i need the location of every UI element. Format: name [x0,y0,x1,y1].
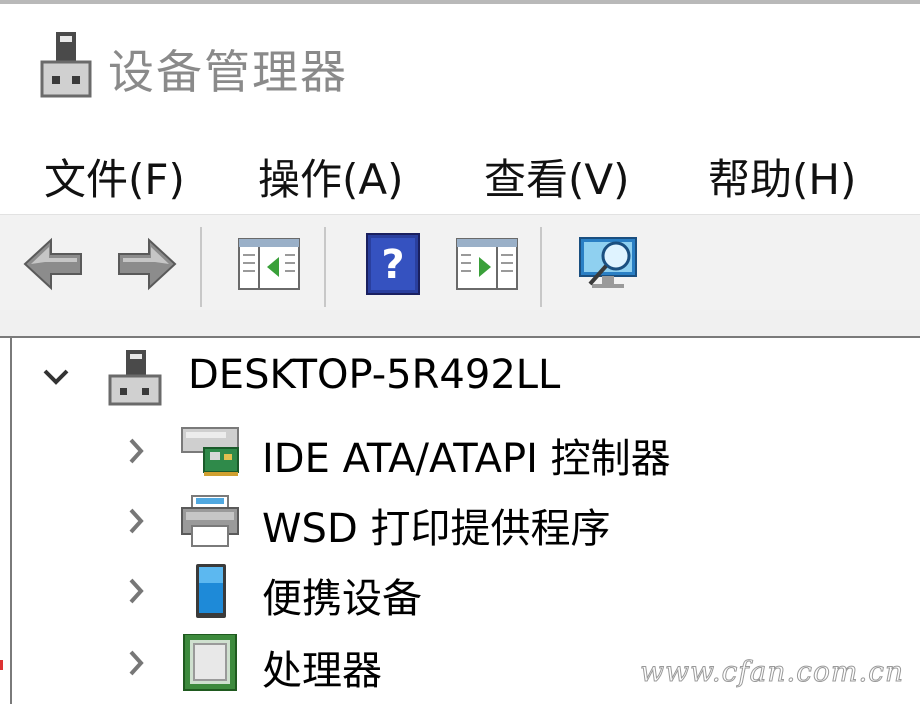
chevron-right-icon[interactable] [116,418,156,484]
show-action-pane-button[interactable] [454,231,520,297]
chevron-right-icon[interactable] [116,488,156,554]
menu-file[interactable]: 文件(F) [44,146,185,207]
show-hide-console-tree-button[interactable] [236,231,302,297]
tree-root-label: DESKTOP-5R492LL [188,352,561,398]
tree-item-label: WSD 打印提供程序 [262,506,611,552]
svg-text:?: ? [381,242,404,288]
tree-item-wsd-print-provider[interactable]: WSD 打印提供程序 [12,488,912,554]
back-button[interactable] [20,231,86,297]
tree-root-item[interactable]: DESKTOP-5R492LL [12,344,912,410]
toolbar-separator [200,227,202,307]
computer-icon [108,350,162,406]
device-tree[interactable]: DESKTOP-5R492LL IDE ATA/ATAPI 控制器 WSD 打印… [10,338,920,704]
toolbar-gap [0,310,920,338]
tree-item-label: IDE ATA/ATAPI 控制器 [262,436,671,482]
toolbar-separator [324,227,326,307]
help-button[interactable]: ? [360,231,426,297]
window-title: 设备管理器 [108,45,348,99]
forward-arrow-icon [118,237,177,291]
processor-icon [183,634,237,691]
chevron-down-icon[interactable] [36,344,76,410]
tree-item-label: 处理器 [262,648,382,694]
tree-item-portable-devices[interactable]: 便携设备 [12,558,912,624]
help-icon: ? [366,233,420,295]
scan-hardware-button[interactable] [576,231,642,297]
show-action-pane-icon [456,238,518,290]
tree-item-label: 便携设备 [262,576,422,622]
menu-action[interactable]: 操作(A) [258,146,404,207]
forward-button[interactable] [114,231,180,297]
menu-help[interactable]: 帮助(H) [708,146,856,207]
printer-icon [181,495,239,547]
chevron-right-icon[interactable] [116,630,156,696]
toolbar-separator [540,227,542,307]
back-arrow-icon [23,237,82,291]
device-manager-icon [40,32,92,98]
tree-item-ide-controller[interactable]: IDE ATA/ATAPI 控制器 [12,418,912,484]
chevron-right-icon[interactable] [116,558,156,624]
portable-device-icon [196,564,226,618]
ide-controller-icon [181,427,239,476]
edge-mark [0,660,3,670]
title-bar: 设备管理器 [0,0,920,128]
toolbar: ? [0,214,920,311]
menu-bar: 文件(F) 操作(A) 查看(V) 帮助(H) [0,128,920,214]
scan-hardware-changes-icon [579,237,637,288]
show-hide-console-tree-icon [238,238,300,290]
watermark: www.cfan.com.cn [640,655,904,689]
menu-view[interactable]: 查看(V) [484,146,630,207]
